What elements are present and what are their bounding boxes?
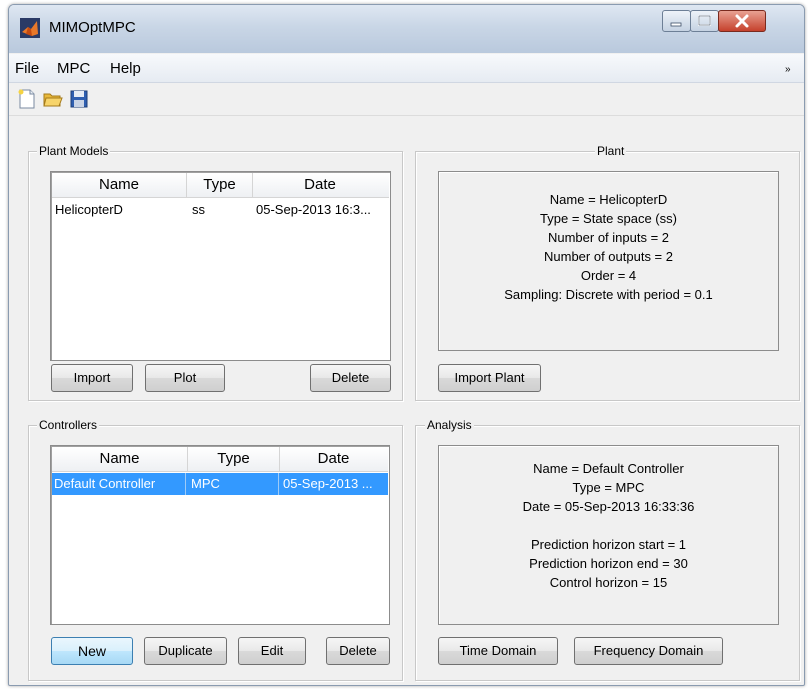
analysis-info-line: Prediction horizon start = 1	[531, 537, 686, 552]
close-button[interactable]	[718, 10, 766, 32]
column-header-date[interactable]: Date	[280, 447, 387, 471]
plant-info-line: Order = 4	[580, 268, 637, 283]
cell-date: 05-Sep-2013 16:3...	[256, 202, 371, 217]
menu-bar: File MPC Help »	[9, 54, 804, 83]
column-header-type[interactable]: Type	[187, 173, 253, 197]
controllers-title: Controllers	[37, 418, 100, 432]
controllers-table[interactable]: Name Type Date Default Controller MPC 05…	[50, 445, 390, 625]
plot-button[interactable]: Plot	[145, 364, 225, 392]
app-window: MIMOptMPC File MPC Help » Plant Models N…	[8, 4, 805, 686]
plant-panel: Plant Name = HelicopterD Type = State sp…	[415, 144, 800, 401]
import-button[interactable]: Import	[51, 364, 133, 392]
analysis-info-line	[439, 517, 778, 535]
time-domain-button[interactable]: Time Domain	[438, 637, 558, 665]
delete-controller-button[interactable]: Delete	[326, 637, 390, 665]
frequency-domain-button[interactable]: Frequency Domain	[574, 637, 723, 665]
menu-overflow-icon[interactable]: »	[785, 64, 791, 75]
analysis-title: Analysis	[425, 418, 474, 432]
cell-date: 05-Sep-2013 ...	[283, 476, 373, 491]
column-header-name[interactable]: Name	[52, 173, 187, 197]
window-title: MIMOptMPC	[49, 19, 136, 36]
plant-info-line: Sampling: Discrete with period = 0.1	[504, 287, 713, 302]
menu-help[interactable]: Help	[110, 60, 141, 77]
plant-info-line: Name = HelicopterD	[549, 192, 668, 207]
menu-mpc[interactable]: MPC	[57, 60, 90, 77]
column-header-type[interactable]: Type	[188, 447, 280, 471]
plant-models-title: Plant Models	[37, 144, 111, 158]
menu-file[interactable]: File	[15, 60, 39, 77]
cell-type: ss	[192, 202, 205, 217]
analysis-panel: Analysis Name = Default Controller Type …	[415, 418, 800, 681]
cell-name: HelicopterD	[55, 202, 123, 217]
toolbar	[9, 83, 804, 116]
close-icon	[735, 14, 749, 28]
plant-title: Plant	[595, 144, 627, 158]
column-header-name[interactable]: Name	[52, 447, 188, 471]
plant-models-panel: Plant Models Name Type Date HelicopterD …	[28, 144, 403, 401]
new-controller-button[interactable]: New	[51, 637, 133, 665]
analysis-info-line: Date = 05-Sep-2013 16:33:36	[522, 499, 695, 514]
import-plant-button[interactable]: Import Plant	[438, 364, 541, 392]
analysis-info-line: Prediction horizon end = 30	[529, 556, 688, 571]
analysis-info-line: Type = MPC	[572, 480, 645, 495]
plant-info-line: Type = State space (ss)	[540, 211, 677, 226]
controllers-panel: Controllers Name Type Date Default Contr…	[28, 418, 403, 681]
cell-name: Default Controller	[52, 473, 186, 495]
cell-type: MPC	[188, 473, 279, 495]
new-file-icon[interactable]	[17, 89, 37, 109]
maximize-button[interactable]	[690, 10, 719, 32]
table-header: Name Type Date	[52, 173, 389, 198]
analysis-info-line: Name = Default Controller	[533, 461, 684, 476]
open-folder-icon[interactable]	[43, 89, 63, 109]
duplicate-button[interactable]: Duplicate	[144, 637, 227, 665]
plant-info-box: Name = HelicopterD Type = State space (s…	[438, 171, 779, 351]
save-disk-icon[interactable]	[69, 89, 89, 109]
plant-info-line: Number of outputs = 2	[544, 249, 673, 264]
analysis-info-line: Control horizon = 15	[549, 575, 668, 590]
minimize-button[interactable]	[662, 10, 691, 32]
plant-models-table[interactable]: Name Type Date HelicopterD ss 05-Sep-201…	[50, 171, 391, 361]
edit-button[interactable]: Edit	[238, 637, 306, 665]
table-row[interactable]: Default Controller MPC 05-Sep-2013 ...	[52, 473, 388, 495]
table-header: Name Type Date	[52, 447, 388, 472]
plant-info-line: Number of inputs = 2	[547, 230, 670, 245]
maximize-icon	[698, 15, 711, 26]
column-header-date[interactable]: Date	[253, 173, 387, 197]
matlab-app-icon	[20, 18, 40, 38]
minimize-icon	[670, 22, 682, 27]
title-bar[interactable]: MIMOptMPC	[9, 5, 804, 53]
delete-plant-button[interactable]: Delete	[310, 364, 391, 392]
table-row[interactable]: HelicopterD ss 05-Sep-2013 16:3...	[52, 199, 389, 221]
analysis-info-box: Name = Default Controller Type = MPC Dat…	[438, 445, 779, 625]
